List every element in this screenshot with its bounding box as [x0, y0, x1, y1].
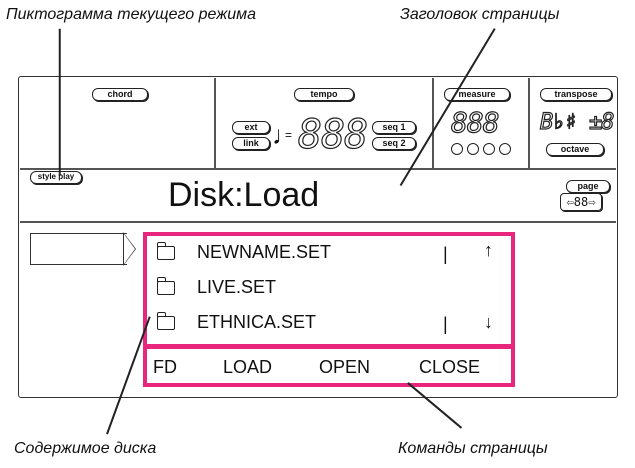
- file-name: LIVE.SET: [197, 277, 277, 297]
- beat-indicator: [451, 143, 511, 155]
- page-label: page: [566, 180, 610, 193]
- scroll-down-icon[interactable]: ↓: [484, 312, 493, 333]
- page-counter: ⇦88⇨: [560, 193, 602, 211]
- style-play-mode-icon: style play: [30, 171, 82, 184]
- ext-indicator: ext: [232, 121, 270, 134]
- fd-command[interactable]: FD: [153, 357, 177, 378]
- beat-dot: [499, 143, 511, 155]
- list-item[interactable]: NEWNAME.SET: [156, 241, 332, 263]
- header-divider-v2: [432, 78, 434, 168]
- beat-dot: [451, 143, 463, 155]
- leader-mode-icon: [59, 28, 61, 176]
- caption-page-commands: Команды страницы: [398, 440, 548, 457]
- seq2-indicator: seq 2: [372, 137, 416, 150]
- beat-dot: [483, 143, 495, 155]
- list-item[interactable]: ETHNICA.SET: [156, 311, 317, 333]
- transpose-label: transpose: [540, 88, 612, 101]
- title-divider: [20, 221, 616, 223]
- caption-disk-contents: Содержимое диска: [14, 440, 157, 457]
- tempo-readout: 888: [297, 111, 368, 158]
- close-command[interactable]: CLOSE: [419, 357, 480, 378]
- caption-mode-icon: Пиктограмма текущего режима: [6, 6, 256, 23]
- mode-tab: [30, 233, 127, 265]
- folder-icon: [156, 241, 175, 260]
- chord-label: chord: [92, 88, 148, 101]
- header-divider-v1: [214, 78, 216, 168]
- load-command[interactable]: LOAD: [223, 357, 272, 378]
- measure-readout: 888: [450, 105, 500, 139]
- equals-sign: =: [285, 128, 293, 142]
- open-command[interactable]: OPEN: [319, 357, 370, 378]
- link-indicator: link: [232, 137, 270, 150]
- octave-label: octave: [546, 143, 604, 156]
- folder-icon: [156, 311, 175, 330]
- seq1-indicator: seq 1: [372, 121, 416, 134]
- scroll-marker: |: [443, 244, 448, 264]
- caption-page-title: Заголовок страницы: [400, 6, 560, 23]
- tempo-label: tempo: [294, 88, 354, 101]
- page-commands-bar: FD LOAD OPEN CLOSE: [143, 345, 515, 387]
- folder-icon: [156, 276, 175, 295]
- page-title: Disk:Load: [168, 176, 320, 214]
- transpose-readout: B♭♯ ±8: [539, 109, 615, 135]
- header-divider-v3: [528, 78, 530, 168]
- disk-contents-list[interactable]: NEWNAME.SET | ↑ LIVE.SET ETHNICA.SET | ↓: [143, 232, 515, 348]
- mode-tab-arrow-inner: [124, 234, 135, 264]
- header-divider: [20, 168, 616, 170]
- file-name: ETHNICA.SET: [197, 312, 317, 332]
- file-name: NEWNAME.SET: [197, 242, 332, 262]
- list-item[interactable]: LIVE.SET: [156, 276, 277, 298]
- scroll-marker: |: [443, 314, 448, 334]
- beat-dot: [467, 143, 479, 155]
- scroll-up-icon[interactable]: ↑: [484, 240, 493, 261]
